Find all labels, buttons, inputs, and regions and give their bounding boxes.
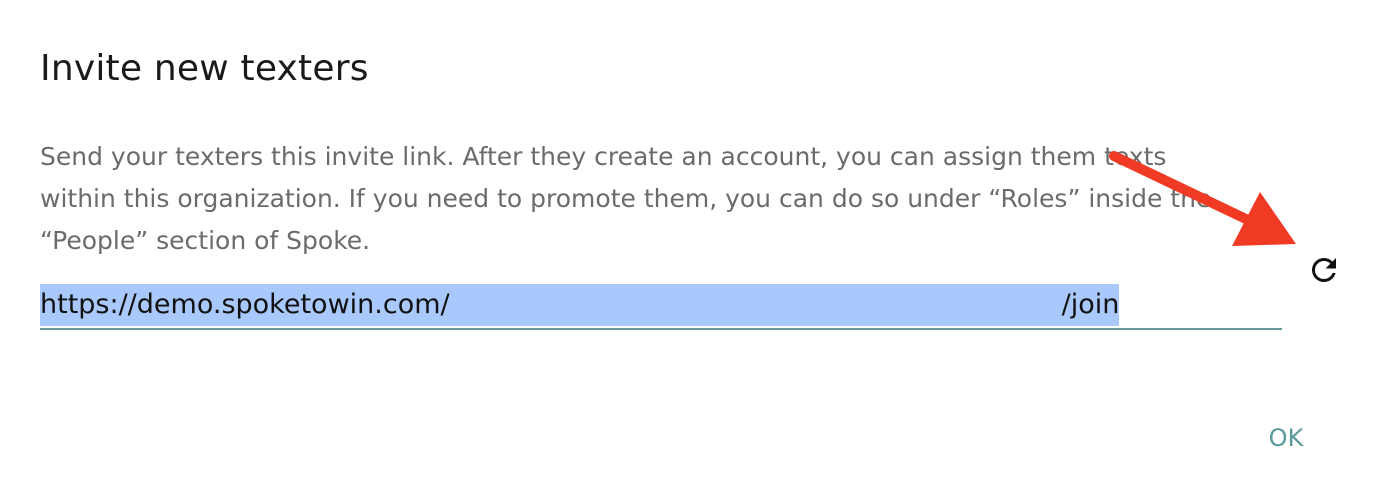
invite-link-text[interactable]: https://demo.spoketowin.com/ /join — [40, 284, 1120, 326]
dialog-title: Invite new texters — [40, 48, 369, 89]
refresh-link-button[interactable] — [1306, 252, 1342, 288]
refresh-icon — [1311, 257, 1336, 282]
dialog-description: Send your texters this invite link. Afte… — [40, 142, 1212, 255]
invite-link-hidden-token — [449, 284, 1062, 326]
invite-link-field[interactable]: https://demo.spoketowin.com/ /join — [40, 284, 1282, 330]
invite-link-prefix: https://demo.spoketowin.com/ — [40, 284, 450, 326]
invite-link-suffix: /join — [1061, 284, 1120, 326]
invite-dialog: Invite new texters Send your texters thi… — [0, 0, 1374, 482]
ok-button[interactable]: OK — [1250, 418, 1322, 458]
